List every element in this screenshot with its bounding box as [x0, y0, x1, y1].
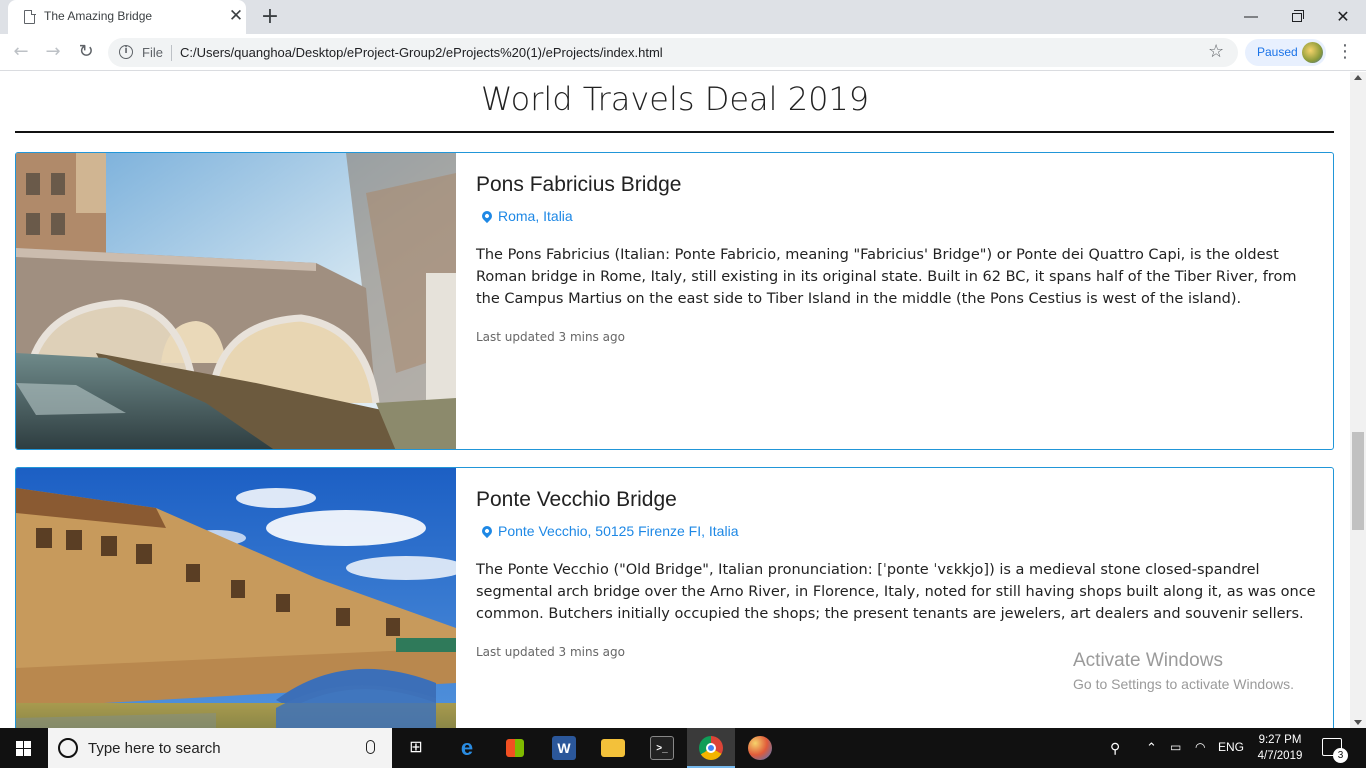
battery-icon[interactable]: ▭ — [1170, 740, 1181, 754]
chrome-icon — [699, 736, 723, 760]
card-location-text[interactable]: Roma, Italia — [498, 208, 573, 224]
page-scrollbar[interactable] — [1350, 72, 1366, 728]
watermark-subtitle: Go to Settings to activate Windows. — [1073, 676, 1294, 692]
scroll-up-arrow-icon[interactable] — [1354, 75, 1362, 80]
bridge-photo — [16, 468, 456, 728]
map-pin-icon — [479, 208, 495, 224]
start-button[interactable] — [0, 728, 48, 768]
scroll-thumb[interactable] — [1352, 432, 1364, 530]
url-separator — [171, 45, 172, 61]
page-icon — [24, 9, 36, 24]
restore-button[interactable] — [1274, 3, 1320, 31]
bookmark-star-icon[interactable]: ☆ — [1208, 41, 1224, 62]
card-description: The Ponte Vecchio ("Old Bridge", Italian… — [476, 562, 1316, 622]
system-clock[interactable]: 9:27 PM 4/7/2019 — [1250, 732, 1310, 764]
reload-button[interactable]: ↻ — [73, 39, 99, 65]
store-icon — [506, 739, 524, 757]
map-pin-icon — [479, 523, 495, 539]
url-scheme: File — [142, 45, 163, 60]
card-location-text[interactable]: Ponte Vecchio, 50125 Firenze FI, Italia — [498, 523, 738, 539]
avatar — [1302, 42, 1323, 63]
paint-icon — [748, 736, 772, 760]
tab-strip: The Amazing Bridge ✕ + ― ✕ — [0, 0, 1366, 34]
card-updated: Last updated 3 mins ago — [476, 330, 625, 344]
card-title[interactable]: Ponte Vecchio Bridge — [476, 488, 1316, 514]
heading-divider — [15, 131, 1334, 133]
tab-close-button[interactable]: ✕ — [226, 6, 246, 26]
card-location[interactable]: Ponte Vecchio, 50125 Firenze FI, Italia — [479, 523, 1316, 543]
word-button[interactable]: W — [540, 728, 588, 768]
windows-logo-icon — [16, 741, 32, 756]
card-location[interactable]: Roma, Italia — [479, 208, 1316, 228]
bridge-photo — [16, 153, 456, 449]
language-indicator[interactable]: ENG — [1218, 740, 1244, 754]
terminal-icon: >_ — [650, 736, 674, 760]
task-view-button[interactable]: ⊞ — [392, 728, 440, 768]
store-button[interactable] — [491, 728, 539, 768]
search-input[interactable]: Type here to search — [88, 740, 221, 757]
file-explorer-button[interactable] — [589, 728, 637, 768]
address-bar[interactable]: i File C:/Users/quanghoa/Desktop/eProjec… — [108, 38, 1238, 67]
taskbar-search[interactable]: Type here to search — [48, 728, 392, 768]
cortana-icon — [58, 738, 78, 758]
info-icon[interactable]: i — [119, 45, 133, 59]
tab-title: The Amazing Bridge — [44, 9, 153, 23]
page-title: World Travels Deal 2019 — [480, 80, 870, 118]
clock-date: 4/7/2019 — [1257, 750, 1303, 762]
browser-toolbar: ← → ↻ i File C:/Users/quanghoa/Desktop/e… — [0, 34, 1366, 71]
folder-icon — [601, 739, 625, 757]
card-description: The Pons Fabricius (Italian: Ponte Fabri… — [476, 247, 1297, 307]
browser-menu-button[interactable]: ⋮ — [1335, 39, 1355, 65]
chrome-button[interactable] — [687, 728, 735, 768]
card-title[interactable]: Pons Fabricius Bridge — [476, 173, 1316, 199]
page-viewport: World Travels Deal 2019 Pons Fabricius B… — [0, 72, 1350, 728]
url-text[interactable]: C:/Users/quanghoa/Desktop/eProject-Group… — [180, 45, 663, 60]
chevron-up-icon[interactable]: ⌃ — [1146, 740, 1157, 756]
scroll-down-arrow-icon[interactable] — [1354, 720, 1362, 725]
edge-button[interactable]: e — [443, 728, 491, 768]
close-window-button[interactable]: ✕ — [1320, 3, 1366, 31]
forward-button[interactable]: → — [40, 39, 66, 65]
profile-button[interactable]: Paused — [1245, 39, 1326, 66]
microphone-icon[interactable] — [366, 740, 375, 754]
minimize-button[interactable]: ― — [1228, 3, 1274, 31]
back-button[interactable]: ← — [8, 39, 34, 65]
paint-button[interactable] — [736, 728, 784, 768]
wifi-icon[interactable]: ◠ — [1195, 740, 1205, 754]
card-body: Ponte Vecchio Bridge Ponte Vecchio, 5012… — [476, 488, 1316, 659]
card-body: Pons Fabricius Bridge Roma, Italia The P… — [476, 173, 1316, 344]
pons-fabricius-photo — [16, 153, 456, 449]
ponte-vecchio-photo — [16, 468, 456, 728]
browser-tab[interactable]: The Amazing Bridge ✕ — [8, 0, 246, 34]
bridge-card: Pons Fabricius Bridge Roma, Italia The P… — [15, 152, 1334, 450]
word-icon: W — [552, 736, 576, 760]
people-icon[interactable]: ⚲ — [1110, 740, 1120, 757]
profile-status: Paused — [1257, 45, 1298, 59]
activate-windows-watermark: Activate Windows Go to Settings to activ… — [1073, 650, 1294, 692]
task-view-icon: ⊞ — [409, 739, 423, 756]
terminal-button[interactable]: >_ — [638, 728, 686, 768]
new-tab-button[interactable]: + — [258, 4, 282, 30]
edge-icon: e — [460, 735, 474, 760]
taskbar: Type here to search ⊞ e W >_ ⚲ ⌃ ▭ ◠ ENG… — [0, 728, 1366, 768]
notification-badge: 3 — [1333, 748, 1348, 763]
restore-icon — [1292, 10, 1304, 22]
clock-time: 9:27 PM — [1258, 734, 1302, 746]
watermark-title: Activate Windows — [1073, 650, 1223, 671]
